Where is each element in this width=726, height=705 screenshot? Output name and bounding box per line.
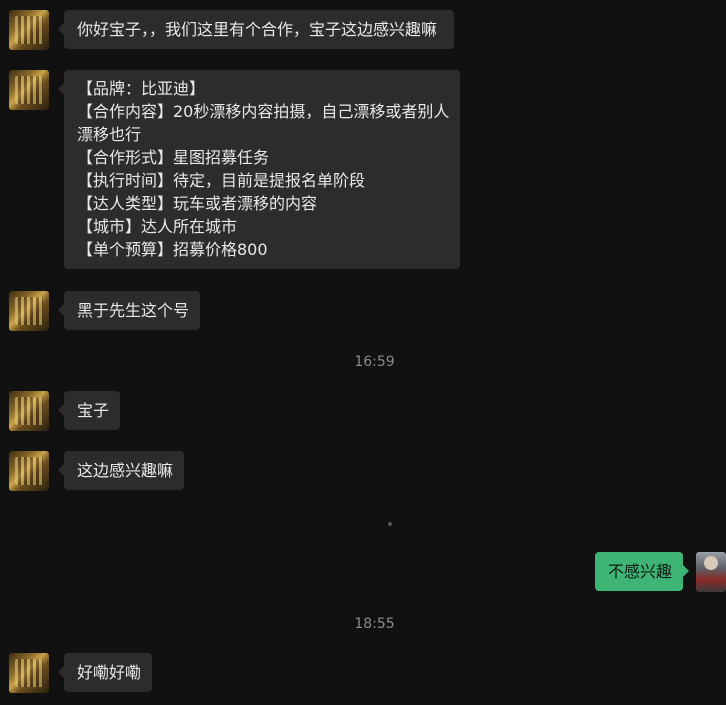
timestamp: 18:55 [354,616,395,632]
message-line: 【品牌：比亚迪】 [77,79,206,98]
message-line: 【合作内容】20秒漂移内容拍摄，自己漂移或者别人 [77,102,450,121]
message-bubble-outgoing[interactable]: 不感兴趣 [595,552,689,591]
message-line: 【合作形式】星图招募任务 [77,148,270,167]
message-text: 好嘞好嘞 [77,663,142,682]
contact-avatar[interactable] [9,451,49,491]
message-line: 【执行时间】待定，目前是提报名单阶段 [77,171,366,190]
message-text: 不感兴趣 [608,562,673,581]
message-line: 漂移也行 [77,125,142,144]
message-bubble-incoming[interactable]: 宝子 [58,391,120,430]
timestamp: 16:59 [354,354,395,370]
message-text: 黑于先生这个号 [77,301,190,320]
message-bubble-incoming[interactable]: 【品牌：比亚迪】 【合作内容】20秒漂移内容拍摄，自己漂移或者别人 漂移也行 【… [58,70,460,269]
user-avatar[interactable] [696,552,726,592]
loading-indicator-icon [388,522,392,526]
message-text: 你好宝子，，我们这里有个合作，宝子这边感兴趣嘛 [77,20,438,39]
message-line: 【城市】达人所在城市 [77,217,238,236]
message-line: 【达人类型】玩车或者漂移的内容 [77,194,318,213]
message-bubble-incoming[interactable]: 黑于先生这个号 [58,291,200,330]
message-text: 这边感兴趣嘛 [77,461,174,480]
message-line: 【单个预算】招募价格800 [77,240,268,259]
contact-avatar[interactable] [9,291,49,331]
contact-avatar[interactable] [9,653,49,693]
contact-avatar[interactable] [9,70,49,110]
message-text: 宝子 [77,401,110,420]
contact-avatar[interactable] [9,391,49,431]
contact-avatar[interactable] [9,10,49,50]
message-bubble-incoming[interactable]: 好嘞好嘞 [58,653,152,692]
chat-window: 你好宝子，，我们这里有个合作，宝子这边感兴趣嘛 【品牌：比亚迪】 【合作内容】2… [0,0,726,705]
message-bubble-incoming[interactable]: 这边感兴趣嘛 [58,451,184,490]
message-bubble-incoming[interactable]: 你好宝子，，我们这里有个合作，宝子这边感兴趣嘛 [58,10,454,49]
